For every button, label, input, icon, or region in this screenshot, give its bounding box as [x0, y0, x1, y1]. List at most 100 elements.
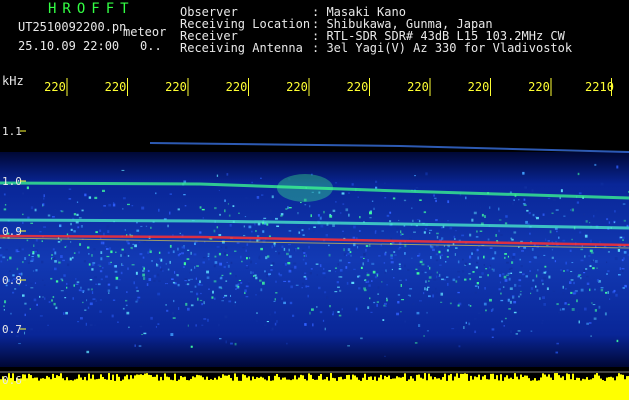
noise-speckle [535, 216, 537, 219]
noise-speckle [318, 286, 321, 290]
noise-speckle [613, 289, 616, 292]
noise-speckle [369, 244, 371, 247]
noise-speckle [400, 230, 402, 234]
noise-speckle [428, 276, 432, 279]
noise-speckle [266, 223, 269, 226]
noise-speckle [523, 198, 526, 201]
noise-spike [512, 379, 514, 383]
noise-speckle [307, 294, 309, 298]
noise-speckle [55, 306, 58, 310]
noise-speckle [401, 299, 405, 301]
noise-speckle [234, 250, 237, 252]
noise-speckle [581, 221, 583, 224]
noise-spike [602, 380, 604, 383]
noise-spike [310, 374, 312, 383]
noise-speckle [570, 209, 572, 211]
noise-spike [560, 377, 562, 383]
noise-speckle [400, 234, 402, 236]
noise-speckle [58, 261, 61, 264]
noise-speckle [2, 256, 6, 259]
noise-speckle [325, 303, 329, 306]
noise-speckle [556, 342, 559, 345]
noise-speckle [63, 274, 66, 277]
noise-speckle [598, 305, 601, 309]
noise-spike [170, 379, 172, 383]
noise-speckle [110, 261, 113, 263]
noise-speckle [236, 242, 240, 244]
noise-spike [470, 375, 472, 383]
noise-spike [142, 375, 144, 383]
noise-speckle [432, 248, 435, 252]
noise-speckle [105, 275, 108, 278]
noise-speckle [548, 275, 551, 279]
noise-speckle [411, 207, 413, 209]
noise-speckle [10, 312, 12, 315]
noise-speckle [276, 225, 280, 228]
noise-spike [610, 376, 612, 383]
app-title: HROFFT [48, 1, 135, 17]
noise-speckle [592, 267, 595, 270]
noise-spike [580, 380, 582, 383]
noise-speckle [436, 275, 438, 279]
noise-spike [108, 373, 110, 383]
noise-spike [52, 373, 54, 383]
noise-speckle [165, 263, 168, 265]
noise-spike [224, 375, 226, 383]
noise-spike [318, 375, 320, 383]
noise-spike [586, 377, 588, 383]
noise-speckle [350, 254, 352, 257]
noise-speckle [436, 292, 438, 294]
noise-speckle [457, 291, 460, 294]
noise-speckle [24, 331, 26, 335]
noise-speckle [586, 322, 589, 325]
noise-speckle [214, 207, 217, 210]
noise-speckle [396, 231, 398, 233]
noise-speckle [199, 299, 203, 302]
noise-speckle [147, 251, 149, 254]
noise-speckle [489, 247, 493, 249]
noise-speckle [117, 321, 119, 323]
noise-spike [326, 376, 328, 383]
noise-spike [204, 379, 206, 383]
noise-speckle [304, 323, 307, 326]
noise-speckle [266, 321, 269, 323]
noise-speckle [528, 261, 532, 263]
noise-speckle [200, 284, 204, 286]
noise-speckle [142, 273, 145, 277]
noise-speckle [541, 272, 544, 274]
noise-spike [134, 375, 136, 383]
noise-speckle [39, 231, 42, 233]
noise-speckle [264, 270, 266, 273]
noise-speckle [384, 182, 386, 185]
noise-speckle [511, 295, 515, 298]
noise-speckle [322, 272, 326, 275]
noise-speckle [136, 229, 140, 232]
noise-speckle [242, 247, 245, 249]
x-tick-label: 220 [286, 80, 308, 94]
noise-speckle [33, 244, 35, 248]
noise-speckle [416, 311, 420, 315]
noise-spike [72, 380, 74, 383]
noise-speckle [373, 207, 375, 211]
noise-spike [80, 377, 82, 383]
noise-speckle [122, 208, 124, 210]
noise-speckle [461, 270, 465, 273]
noise-speckle [244, 216, 247, 218]
noise-speckle [214, 255, 217, 258]
noise-speckle [436, 271, 438, 274]
noise-speckle [275, 250, 277, 253]
noise-spike [48, 377, 50, 383]
noise-spike [444, 373, 446, 383]
noise-speckle [614, 210, 616, 213]
noise-spike [486, 379, 488, 383]
noise-speckle [311, 308, 314, 311]
noise-speckle [384, 252, 387, 256]
noise-speckle [216, 226, 219, 229]
y-unit-label: kHz [2, 74, 24, 88]
noise-speckle [510, 237, 513, 240]
noise-speckle [384, 355, 386, 357]
noise-speckle [52, 248, 55, 251]
noise-speckle [137, 296, 141, 299]
noise-speckle [518, 279, 522, 282]
noise-speckle [271, 245, 273, 249]
